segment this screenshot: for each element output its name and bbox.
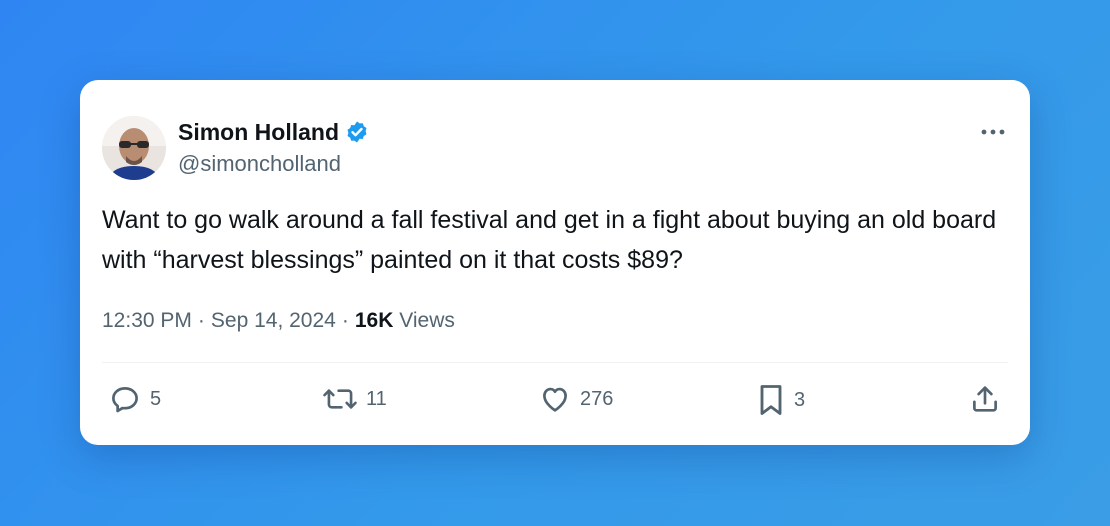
tweet-text: Want to go walk around a fall festival a…	[102, 206, 997, 274]
meta-separator: ·	[197, 309, 205, 332]
like-icon	[538, 382, 572, 416]
tweet-date[interactable]: Sep 14, 2024	[211, 306, 336, 336]
bookmark-button[interactable]: 3	[756, 382, 805, 418]
views[interactable]: 16K Views	[355, 306, 455, 336]
reply-button[interactable]: 5	[108, 382, 161, 416]
action-bar: 5 11 276 3	[108, 382, 1008, 422]
bookmark-icon	[756, 382, 786, 418]
verified-badge-icon	[345, 120, 369, 144]
views-count: 16K	[354, 309, 394, 332]
reply-icon	[108, 382, 142, 416]
user-handle[interactable]: @simoncholland	[178, 150, 341, 178]
tweet-card: Simon Holland @simoncholland Want to go …	[80, 80, 1030, 445]
bookmark-count: 3	[794, 388, 806, 411]
tweet-time[interactable]: 12:30 PM	[102, 306, 192, 336]
display-name-text[interactable]: Simon Holland	[178, 118, 339, 146]
reply-count: 5	[150, 387, 162, 410]
like-count: 276	[580, 387, 614, 410]
share-button[interactable]	[968, 382, 1002, 416]
divider	[102, 362, 1008, 363]
display-name[interactable]: Simon Holland	[178, 118, 369, 146]
like-button[interactable]: 276	[538, 382, 613, 416]
share-icon	[968, 382, 1002, 416]
repost-button[interactable]: 11	[322, 382, 387, 416]
repost-icon	[322, 382, 358, 416]
meta-separator: ·	[341, 309, 349, 332]
repost-count: 11	[366, 387, 387, 410]
tweet-meta: 12:30 PM · Sep 14, 2024 · 16K Views	[102, 306, 455, 336]
more-icon[interactable]	[978, 122, 1008, 142]
avatar[interactable]	[102, 116, 166, 180]
views-label: Views	[399, 309, 455, 332]
